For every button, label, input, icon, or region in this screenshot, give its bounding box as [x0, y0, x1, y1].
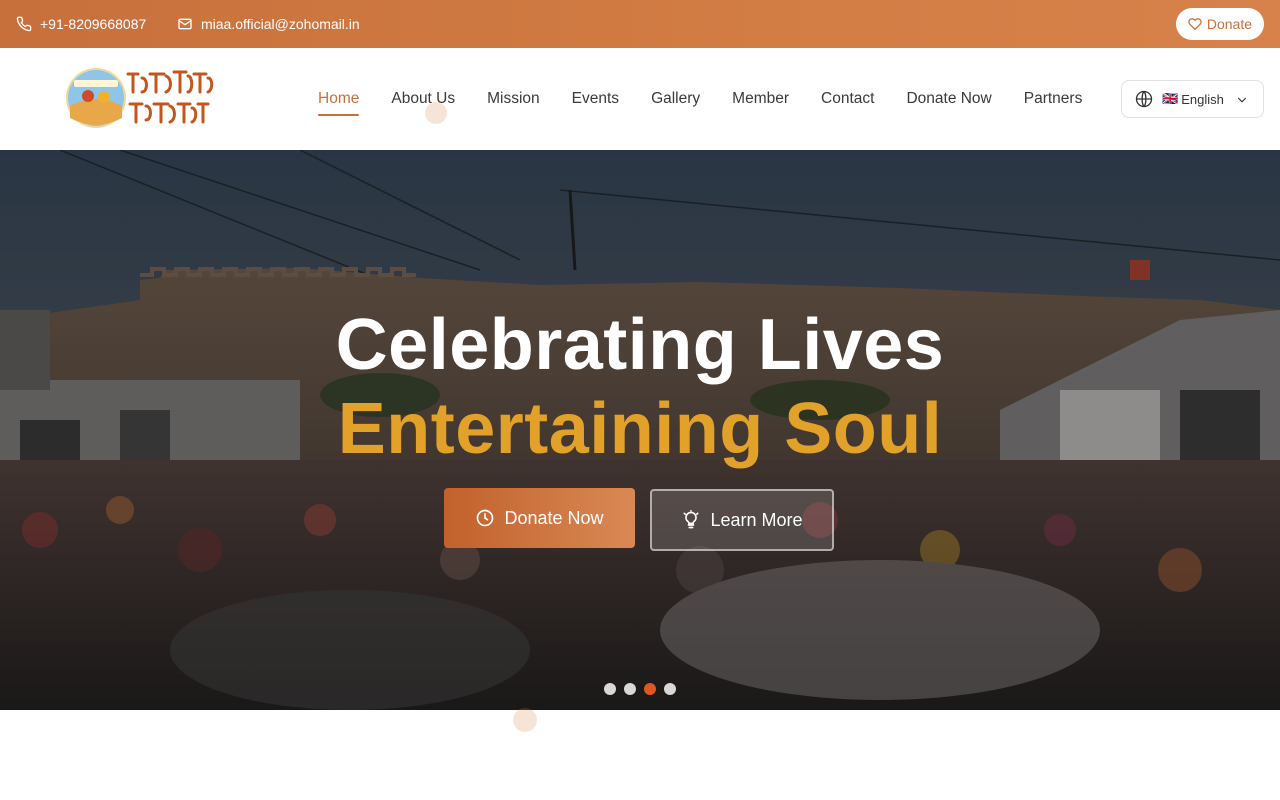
- mail-icon: [178, 18, 192, 30]
- heart-icon: [1188, 18, 1202, 30]
- site-logo[interactable]: [66, 66, 218, 130]
- slider-pagination: [604, 683, 684, 695]
- nav-gallery[interactable]: Gallery: [651, 84, 700, 114]
- language-flag: 🇬🇧: [1162, 91, 1179, 106]
- lightbulb-icon: [683, 510, 699, 529]
- nav-member[interactable]: Member: [732, 84, 789, 114]
- hero-donate-label: Donate Now: [504, 507, 604, 528]
- phone-icon: [16, 16, 32, 32]
- decorative-dot: [425, 102, 447, 124]
- nav-donate-now[interactable]: Donate Now: [906, 84, 991, 114]
- nav-events[interactable]: Events: [572, 84, 619, 114]
- hero-title-line-1: Celebrating Lives: [335, 305, 945, 385]
- phone-number: +91-8209668087: [40, 16, 147, 32]
- slide-dot-3-active[interactable]: [644, 683, 656, 695]
- language-label: English: [1181, 91, 1224, 107]
- nav-contact[interactable]: Contact: [821, 84, 874, 114]
- hero-slider: Celebrating Lives Entertaining Soul Dona…: [0, 150, 1280, 710]
- language-selector[interactable]: 🇬🇧 English: [1121, 80, 1264, 118]
- email-address: miaa.official@zohomail.in: [201, 16, 360, 32]
- hero-learn-label: Learn More: [710, 509, 803, 530]
- clock-icon: [477, 509, 494, 527]
- nav-home[interactable]: Home: [318, 84, 360, 116]
- phone-contact[interactable]: +91-8209668087: [16, 0, 146, 48]
- chevron-down-icon: [1237, 97, 1247, 103]
- hero-learn-more-button[interactable]: Learn More: [650, 489, 834, 551]
- decorative-dot: [513, 708, 537, 732]
- site-header: Home About Us Mission Events Gallery Mem…: [0, 48, 1280, 150]
- slide-dot-1[interactable]: [604, 683, 616, 695]
- hero-title-line-2: Entertaining Soul: [337, 389, 943, 469]
- topbar-donate-button[interactable]: Donate: [1175, 8, 1264, 40]
- hero-donate-button[interactable]: Donate Now: [444, 488, 635, 548]
- slide-dot-2[interactable]: [624, 683, 636, 695]
- email-contact[interactable]: miaa.official@zohomail.in: [177, 0, 360, 48]
- nav-partners[interactable]: Partners: [1024, 84, 1083, 114]
- nav-mission[interactable]: Mission: [487, 84, 540, 114]
- slide-dot-4[interactable]: [664, 683, 676, 695]
- globe-icon: [1135, 90, 1153, 108]
- donate-label: Donate: [1206, 16, 1252, 32]
- main-nav: Home About Us Mission Events Gallery Mem…: [318, 48, 1114, 150]
- top-contact-bar: +91-8209668087 miaa.official@zohomail.in…: [0, 0, 1280, 48]
